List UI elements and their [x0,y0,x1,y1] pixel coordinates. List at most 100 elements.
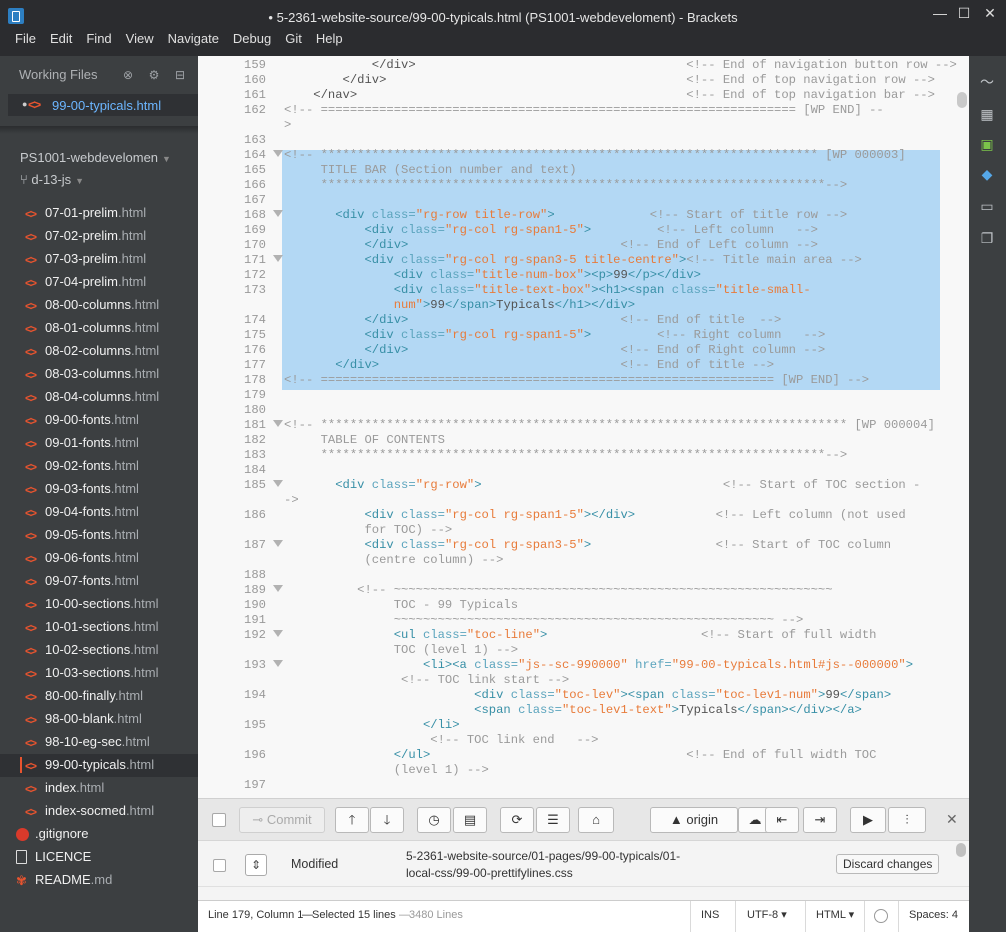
fold-arrow-icon[interactable] [273,630,283,637]
code-editor[interactable]: 159 </div> <!-- End of navigation button… [198,56,969,798]
maximize-button[interactable]: ☐ [952,3,976,23]
minimize-button[interactable]: — [928,3,952,23]
menu-find[interactable]: Find [79,30,118,56]
origin-remote-button[interactable]: ▲ origin [650,807,738,833]
file-tree-item[interactable]: <> 98-10-eg-sec.html [0,731,198,754]
working-file-item[interactable]: ● <> 99-00-typicals.html [8,94,198,116]
file-tree-item[interactable]: <> 08-04-columns.html [0,386,198,409]
file-tree-item[interactable]: <> 09-04-fonts.html [0,501,198,524]
close-window-button[interactable]: ✕ [978,3,1002,23]
code-line[interactable]: 193 <li><a class="js--sc-990000" href="9… [198,658,955,673]
file-tree-item[interactable]: ✾ README.md [0,869,198,892]
code-line[interactable]: 178 <!-- ================================… [198,373,955,388]
code-line[interactable]: 161 </nav> <!-- End of top navigation ba… [198,88,955,103]
commit-button[interactable]: ⊸ Commit [239,807,325,833]
git-icon[interactable]: ◆ [977,164,997,184]
file-tree-item[interactable]: <> 08-01-columns.html [0,317,198,340]
push-down-button[interactable]: 🡓 [370,807,404,833]
file-tree-item[interactable]: <> 07-03-prelim.html [0,248,198,271]
git-panel-scrollbar[interactable] [956,843,966,857]
language-select[interactable]: HTML ▾ [816,907,854,923]
code-line[interactable]: 165 TITLE BAR (Section number and text) [198,163,955,178]
file-tree-item[interactable]: <> 07-02-prelim.html [0,225,198,248]
file-tree-item[interactable]: <> 09-06-fonts.html [0,547,198,570]
code-line[interactable]: 179 [198,388,955,403]
code-line-wrap[interactable]: <!-- TOC link start --> [198,673,955,688]
code-line-wrap[interactable]: TOC (level 1) --> [198,643,955,658]
extension-gift-icon[interactable]: ▣ [977,134,997,154]
copy-icon[interactable]: ❐ [977,228,997,248]
code-line-wrap[interactable]: <span class="toc-lev1-text">Typicals</sp… [198,703,955,718]
terminal-icon[interactable]: ▭ [977,196,997,216]
code-line[interactable]: 187 <div class="rg-col rg-span3-5"> <!--… [198,538,955,553]
file-tree-item[interactable]: <> 09-00-fonts.html [0,409,198,432]
file-tree-item[interactable]: <> 10-02-sections.html [0,639,198,662]
menu-debug[interactable]: Debug [226,30,278,56]
refresh-button[interactable]: ⟳ [500,807,534,833]
code-line[interactable]: 174 </div> <!-- End of title --> [198,313,955,328]
fold-arrow-icon[interactable] [273,660,283,667]
file-tree-item[interactable]: <> 08-00-columns.html [0,294,198,317]
file-tree-item[interactable]: <> 10-03-sections.html [0,662,198,685]
code-line[interactable]: 175 <div class="rg-col rg-span1-5"> <!--… [198,328,955,343]
pull-up-button[interactable]: 🡑 [335,807,369,833]
code-line[interactable]: 189 <!-- ~~~~~~~~~~~~~~~~~~~~~~~~~~~~~~~… [198,583,955,598]
code-line[interactable]: 176 </div> <!-- End of Right column --> [198,343,955,358]
insert-mode[interactable]: INS [701,907,719,923]
code-line[interactable]: 197 [198,778,955,793]
linter-status-icon[interactable] [874,909,888,923]
code-line[interactable]: 167 [198,193,955,208]
fold-arrow-icon[interactable] [273,210,283,217]
file-tree-item[interactable]: <> 07-04-prelim.html [0,271,198,294]
extension-manager-icon[interactable]: ▦ [977,104,997,124]
row-checkbox[interactable] [213,859,226,872]
code-line[interactable]: 160 </div> <!-- End of top navigation ro… [198,73,955,88]
history-button[interactable]: ◷ [417,807,451,833]
file-tree-item[interactable]: LICENCE [0,846,198,869]
file-tree-item[interactable]: <> 09-02-fonts.html [0,455,198,478]
code-line[interactable]: 171 <div class="rg-col rg-span3-5 title-… [198,253,955,268]
code-line[interactable]: 180 [198,403,955,418]
code-line[interactable]: 159 </div> <!-- End of navigation button… [198,58,957,73]
git-change-row[interactable]: ⇕ Modified 5-2361-website-source/01-page… [198,842,969,887]
code-line-wrap[interactable]: <!-- TOC link end --> [198,733,955,748]
code-line[interactable]: 169 <div class="rg-col rg-span1-5"> <!--… [198,223,955,238]
code-line-wrap[interactable]: (level 1) --> [198,763,955,778]
code-line[interactable]: 186 <div class="rg-col rg-span1-5"></div… [198,508,955,523]
code-line[interactable]: 163 [198,133,955,148]
pull-button[interactable]: ⇤ [765,807,799,833]
project-dropdown[interactable]: PS1001-webdevelomen ▼ [20,150,171,165]
fold-arrow-icon[interactable] [273,255,283,262]
file-tree-item[interactable]: <> 80-00-finally.html [0,685,198,708]
terminal-button[interactable]: ▶ [850,807,886,833]
gear-icon[interactable]: ⚙ [146,67,162,83]
code-line[interactable]: 196 </ul> <!-- End of full width TOC [198,748,955,763]
diff-icon[interactable]: ⇕ [245,854,267,876]
discard-changes-button[interactable]: Discard changes [836,854,940,874]
push-button[interactable]: ⇥ [803,807,837,833]
file-tree-item[interactable]: .gitignore [0,823,198,846]
file-tree-item[interactable]: <> 10-00-sections.html [0,593,198,616]
code-line[interactable]: 192 <ul class="toc-line"> <!-- Start of … [198,628,955,643]
code-line[interactable]: 181 <!-- ********************************… [198,418,955,433]
file-tree-item[interactable]: <> 09-03-fonts.html [0,478,198,501]
code-line-wrap[interactable]: -> [198,493,955,508]
live-preview-icon[interactable]: 〜 [977,72,997,92]
code-line[interactable]: 191 ~~~~~~~~~~~~~~~~~~~~~~~~~~~~~~~~~~~~… [198,613,955,628]
code-line-wrap[interactable]: > [198,118,955,133]
file-tree-item[interactable]: <> 09-01-fonts.html [0,432,198,455]
select-all-checkbox[interactable] [212,813,226,827]
settings-button[interactable]: ⫶ [888,807,926,833]
code-line[interactable]: 184 [198,463,955,478]
branch-dropdown[interactable]: ⑂ d-13-js ▼ [20,172,84,187]
code-line[interactable]: 195 </li> [198,718,955,733]
fold-arrow-icon[interactable] [273,480,283,487]
close-panel-button[interactable]: ✕ [946,811,958,828]
split-view-icon[interactable]: ⊟ [172,67,188,83]
fold-arrow-icon[interactable] [273,540,283,547]
code-line[interactable]: 168 <div class="rg-row title-row"> <!-- … [198,208,955,223]
editor-scrollbar[interactable] [957,92,967,108]
menu-file[interactable]: File [8,30,43,56]
tag-button[interactable]: ⌂ [578,807,614,833]
code-line[interactable]: 188 [198,568,955,583]
